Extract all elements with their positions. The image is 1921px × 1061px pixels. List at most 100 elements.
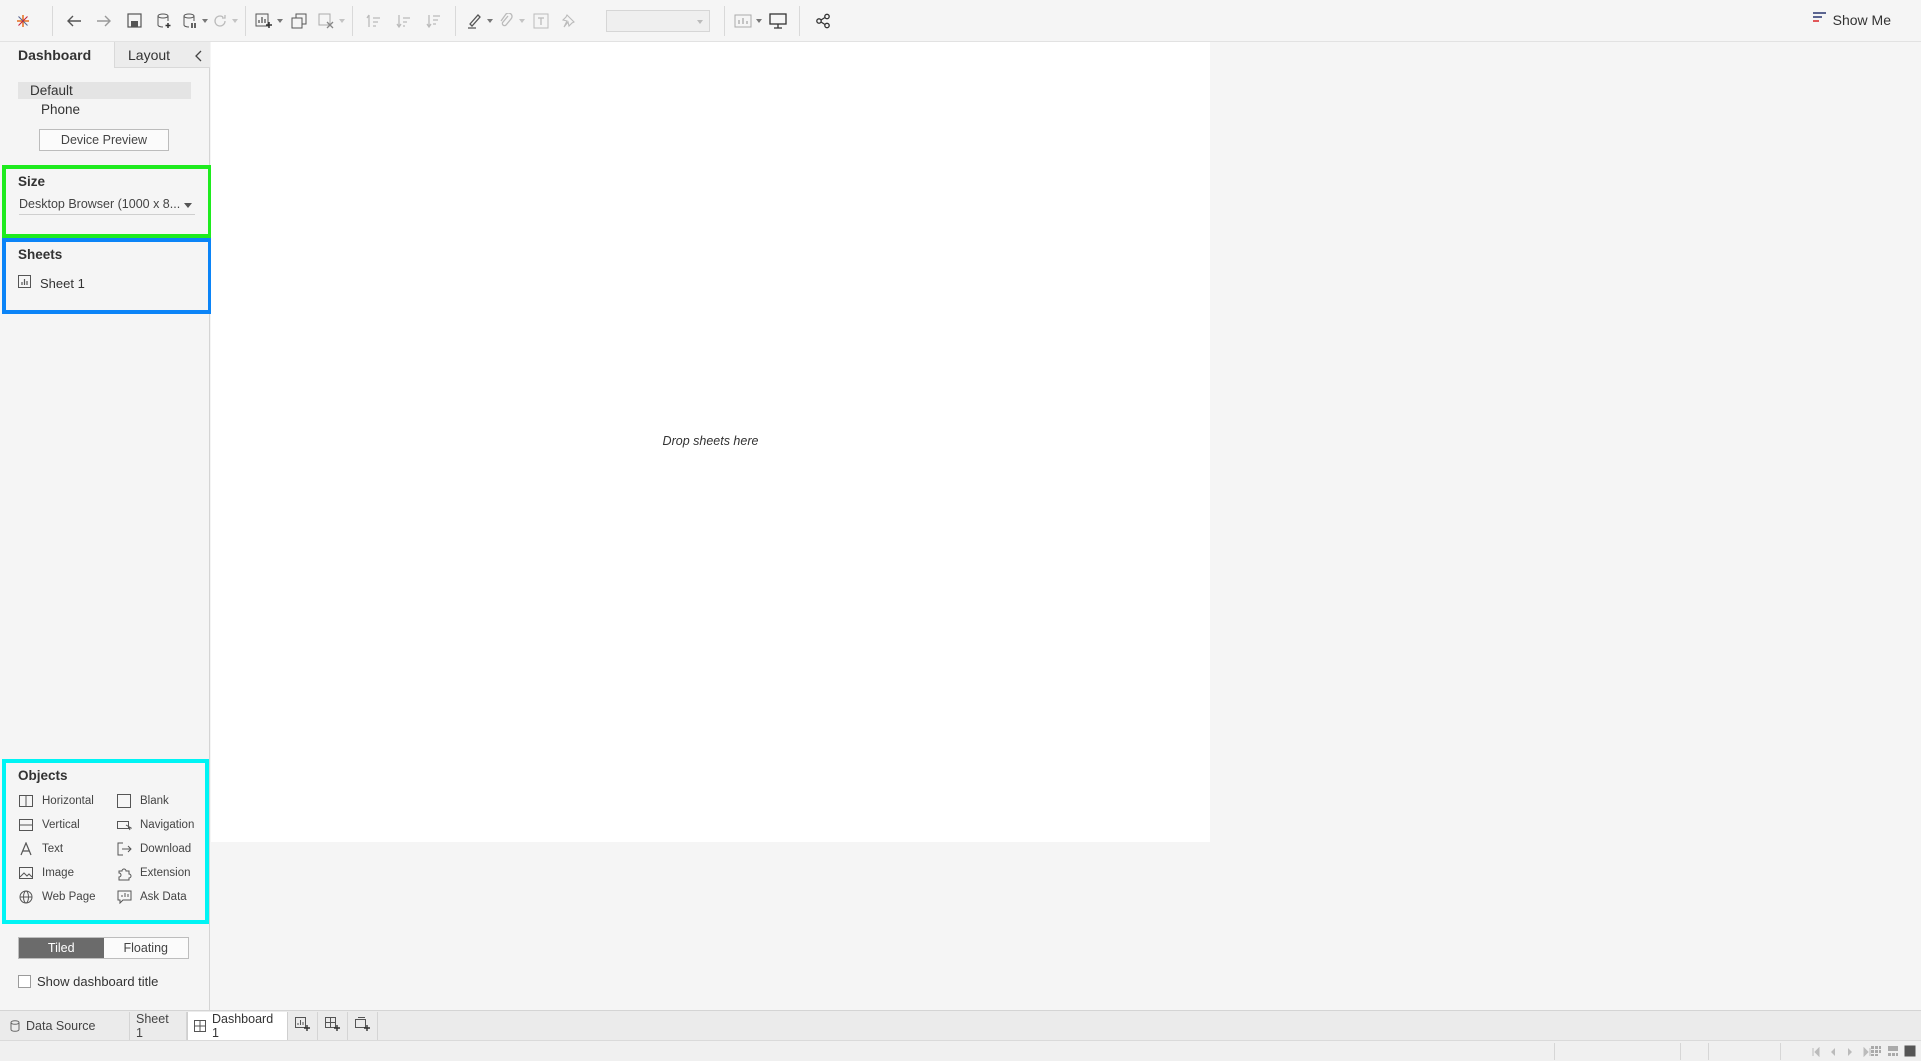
object-extension-label: Extension	[140, 867, 191, 879]
drop-sheets-hint: Drop sheets here	[662, 434, 759, 448]
next-sheet-icon[interactable]	[1846, 1045, 1854, 1060]
sheet-tab-bar: Data Source Sheet 1 Dashboard 1	[0, 1010, 1921, 1040]
dashboard-panel: Dashboard Layout Default Phone Device Pr…	[0, 42, 212, 1010]
object-blank-label: Blank	[140, 795, 169, 807]
fit-select[interactable]	[606, 9, 710, 32]
vertical-icon	[18, 817, 34, 833]
tab-dashboard-1-label: Dashboard 1	[212, 1011, 274, 1040]
tableau-logo-icon[interactable]	[0, 7, 46, 35]
size-select[interactable]: Desktop Browser (1000 x 8...	[19, 197, 195, 215]
highlight-dropdown[interactable]	[486, 7, 494, 35]
show-me-icon	[1812, 11, 1827, 28]
tiled-button[interactable]: Tiled	[19, 938, 104, 958]
previous-sheet-icon[interactable]	[1829, 1045, 1837, 1060]
show-me-button[interactable]: Show Me	[1812, 11, 1891, 28]
globe-icon	[18, 889, 34, 905]
pin-icon[interactable]	[556, 7, 582, 35]
swap-icon[interactable]	[359, 7, 389, 35]
object-download-label: Download	[140, 843, 192, 855]
navigation-icon	[116, 817, 132, 833]
sheet-item-label: Sheet 1	[40, 275, 85, 291]
clear-icon[interactable]	[314, 7, 338, 35]
object-horizontal[interactable]: Horizontal	[18, 793, 94, 809]
new-worksheet-tab-icon	[295, 1017, 310, 1034]
floating-button[interactable]: Floating	[103, 938, 188, 958]
tab-layout[interactable]: Layout	[114, 42, 210, 68]
dashboard-icon	[194, 1019, 206, 1032]
new-worksheet-tab-button[interactable]	[288, 1011, 318, 1040]
object-horizontal-label: Horizontal	[42, 795, 94, 807]
pause-updates-icon[interactable]	[179, 7, 201, 35]
sort-asc-icon[interactable]	[389, 7, 419, 35]
device-default[interactable]: Default	[18, 82, 191, 99]
filmstrip-icon[interactable]	[1887, 1045, 1899, 1060]
sheet-sorter-icon[interactable]	[1870, 1045, 1882, 1060]
tab-layout-label: Layout	[128, 46, 171, 63]
tab-data-source[interactable]: Data Source	[0, 1011, 130, 1040]
new-dashboard-tab-button[interactable]	[318, 1011, 348, 1040]
object-text-label: Text	[42, 843, 64, 855]
collapse-panel-icon[interactable]	[194, 49, 202, 65]
text-icon	[18, 841, 34, 857]
object-navigation[interactable]: Navigation	[116, 817, 194, 833]
object-web-page-label: Web Page	[42, 891, 96, 903]
group-dropdown[interactable]	[518, 7, 526, 35]
duplicate-icon[interactable]	[284, 7, 314, 35]
labels-icon[interactable]	[526, 7, 556, 35]
sort-desc-icon[interactable]	[419, 7, 449, 35]
first-sheet-icon[interactable]	[1812, 1045, 1820, 1060]
show-cards-dropdown[interactable]	[755, 7, 763, 35]
show-title-label: Show dashboard title	[37, 974, 159, 989]
object-extension[interactable]: Extension	[116, 865, 191, 881]
show-title-checkbox[interactable]	[18, 975, 31, 988]
new-worksheet-dropdown[interactable]	[276, 7, 284, 35]
group-icon[interactable]	[494, 7, 518, 35]
datasource-dropdown[interactable]	[201, 7, 209, 35]
object-download[interactable]: Download	[116, 841, 191, 857]
show-cards-icon[interactable]	[731, 7, 755, 35]
image-icon	[18, 865, 34, 881]
show-dashboard-title[interactable]: Show dashboard title	[18, 974, 158, 989]
object-blank[interactable]: Blank	[116, 793, 169, 809]
object-navigation-label: Navigation	[140, 819, 195, 831]
dashboard-canvas[interactable]: Drop sheets here	[211, 42, 1210, 842]
new-story-tab-icon	[355, 1017, 370, 1034]
object-vertical[interactable]: Vertical	[18, 817, 80, 833]
undo-icon[interactable]	[59, 7, 89, 35]
object-ask-data[interactable]: Ask Data	[116, 889, 187, 905]
tab-dashboard-1[interactable]: Dashboard 1	[187, 1011, 288, 1040]
new-datasource-icon[interactable]	[149, 7, 179, 35]
save-icon[interactable]	[119, 7, 149, 35]
size-title: Size	[18, 174, 46, 189]
presentation-icon[interactable]	[763, 7, 793, 35]
highlight-icon[interactable]	[462, 7, 486, 35]
share-icon[interactable]	[806, 7, 840, 35]
show-me-label: Show Me	[1832, 11, 1891, 28]
refresh-icon[interactable]	[209, 7, 231, 35]
object-ask-data-label: Ask Data	[140, 891, 187, 903]
worksheet-icon	[18, 275, 31, 291]
tab-data-source-label: Data Source	[26, 1018, 96, 1033]
new-worksheet-icon[interactable]	[252, 7, 276, 35]
tab-dashboard[interactable]: Dashboard	[0, 42, 114, 68]
new-dashboard-tab-icon	[325, 1017, 340, 1034]
tabs-view-icon[interactable]	[1904, 1045, 1916, 1060]
horizontal-icon	[18, 793, 34, 809]
device-phone[interactable]: Phone	[18, 101, 191, 118]
sheet-item[interactable]: Sheet 1	[18, 275, 85, 291]
refresh-dropdown[interactable]	[231, 7, 239, 35]
new-story-tab-button[interactable]	[348, 1011, 378, 1040]
ask-data-icon	[116, 889, 132, 905]
sheet-navigation	[1812, 1045, 1871, 1060]
sheets-section: Sheets Sheet 1	[2, 238, 212, 314]
tab-sheet-1[interactable]: Sheet 1	[130, 1011, 187, 1040]
datasource-icon	[10, 1019, 20, 1032]
object-web-page[interactable]: Web Page	[18, 889, 96, 905]
object-text[interactable]: Text	[18, 841, 63, 857]
clear-dropdown[interactable]	[338, 7, 346, 35]
device-preview-button[interactable]: Device Preview	[39, 129, 169, 151]
panel-tabs: Dashboard Layout	[0, 42, 210, 68]
redo-icon[interactable]	[89, 7, 119, 35]
object-vertical-label: Vertical	[42, 819, 80, 831]
object-image[interactable]: Image	[18, 865, 74, 881]
